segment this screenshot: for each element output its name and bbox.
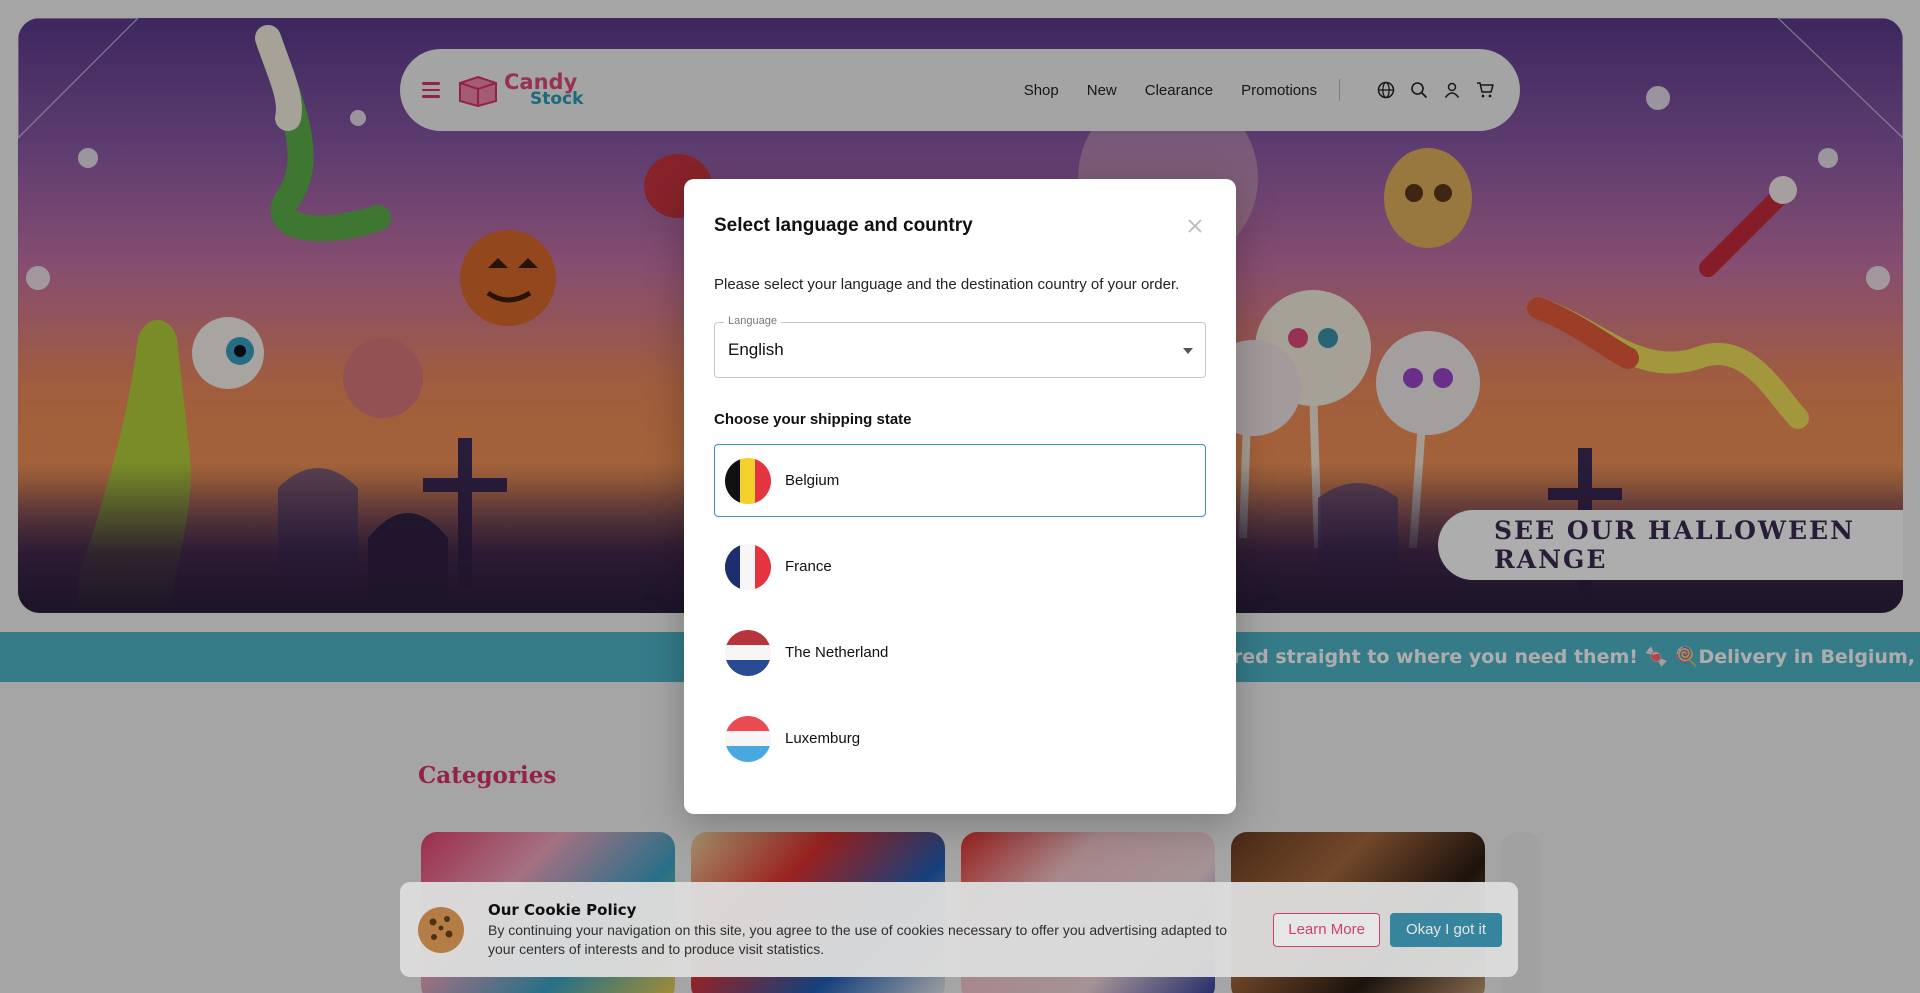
france-flag-icon [725, 543, 771, 590]
luxembourg-flag-icon [725, 715, 771, 762]
country-name: Luxemburg [785, 730, 861, 747]
language-country-modal: Select language and country Please selec… [684, 179, 1236, 814]
belgium-flag-icon [725, 457, 771, 504]
modal-title: Select language and country [714, 215, 973, 236]
accept-cookies-button[interactable]: Okay I got it [1389, 912, 1502, 947]
country-option-france[interactable]: France [714, 530, 1206, 603]
cookie-icon [418, 906, 464, 953]
country-option-belgium[interactable]: Belgium [714, 444, 1206, 517]
cookie-title: Our Cookie Policy [488, 900, 637, 919]
country-name: The Netherland [785, 644, 889, 661]
country-name: Belgium [785, 472, 840, 489]
shipping-state-title: Choose your shipping state [714, 411, 912, 428]
modal-description: Please select your language and the dest… [714, 276, 1180, 293]
country-list: Belgium France The Netherland Luxemburg [714, 444, 1206, 775]
close-icon[interactable] [1184, 215, 1206, 237]
country-option-luxemburg[interactable]: Luxemburg [714, 702, 1206, 775]
language-label: Language [724, 315, 781, 327]
learn-more-button[interactable]: Learn More [1273, 912, 1380, 947]
country-name: France [785, 558, 832, 575]
netherlands-flag-icon [725, 629, 771, 676]
cookie-body: By continuing your navigation on this si… [488, 921, 1228, 957]
language-select[interactable]: Language English [714, 315, 1206, 378]
cookie-banner: Our Cookie Policy By continuing your nav… [400, 882, 1518, 977]
country-option-netherlands[interactable]: The Netherland [714, 616, 1206, 689]
language-value: English [728, 340, 784, 359]
chevron-down-icon [1183, 348, 1193, 354]
